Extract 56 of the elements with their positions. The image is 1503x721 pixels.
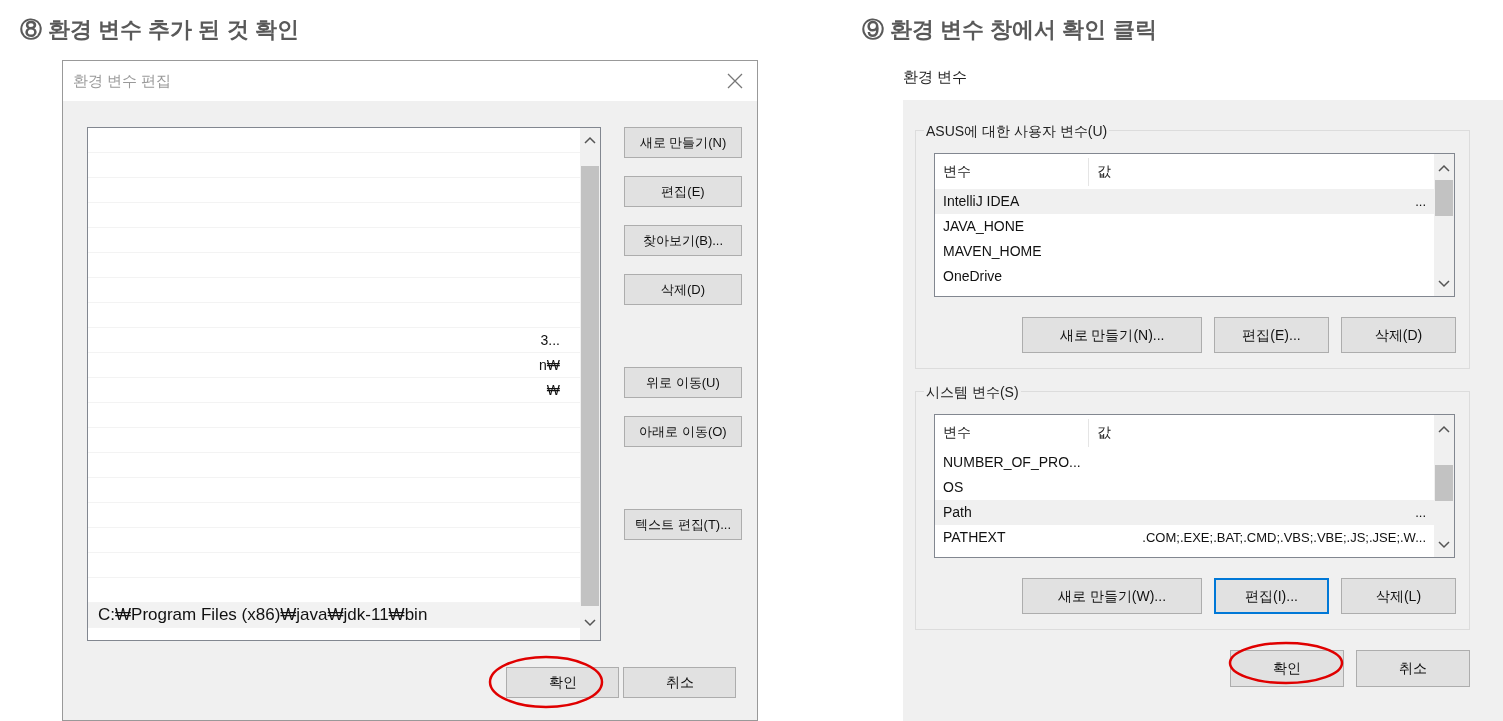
table-row[interactable]: IntelliJ IDEA ... [935, 189, 1434, 214]
list-row[interactable]: C:₩Program Files (x86)₩java₩jdk-11₩bin [88, 603, 580, 628]
dialog-button[interactable]: 새로 만들기(N)... [1022, 317, 1202, 353]
table-cell-text: .COM;.EXE;.BAT;.CMD;.VBS;.VBE;.JS;.JSE;.W... [1142, 528, 1426, 547]
dialog-button[interactable]: 삭제(D) [1341, 317, 1456, 353]
step-heading: ⑧ 환경 변수 추가 된 것 확인 [20, 16, 300, 44]
scrollbar[interactable] [580, 128, 600, 640]
list-item-text[interactable]: n₩ [539, 354, 560, 376]
side-button[interactable]: 찾아보기(B)... [624, 225, 742, 256]
side-button[interactable]: 아래로 이동(O) [624, 416, 742, 447]
table-cell-text: OS [943, 478, 965, 497]
side-button[interactable]: 텍스트 편집(T)... [624, 509, 742, 540]
dialog-button[interactable]: 확인 [506, 667, 619, 698]
table-cell-text: ... [1415, 192, 1426, 211]
table-row[interactable]: Path ... [935, 500, 1434, 525]
side-button[interactable]: 새로 만들기(N) [624, 127, 742, 158]
list-item-text[interactable]: ₩ [546, 379, 560, 401]
dialog-button[interactable]: 새로 만들기(W)... [1022, 578, 1202, 614]
step-heading: ⑨ 환경 변수 창에서 확인 클릭 [862, 16, 1158, 44]
scroll-down-icon[interactable] [1438, 541, 1450, 549]
scroll-down-icon[interactable] [1438, 280, 1450, 288]
window-title: 환경 변수 [903, 67, 968, 87]
column-header[interactable]: 값 [1089, 422, 1111, 443]
column-header[interactable]: 값 [1089, 161, 1111, 182]
table-cell-text: JAVA_HONE [943, 217, 1026, 236]
scrollbar-thumb[interactable] [1435, 180, 1453, 216]
scroll-up-icon[interactable] [584, 136, 596, 144]
dialog-button[interactable]: 삭제(L) [1341, 578, 1456, 614]
side-button[interactable]: 편집(E) [624, 176, 742, 207]
close-icon[interactable] [727, 73, 743, 89]
table-cell-text: MAVEN_HOME [943, 242, 1043, 261]
table-cell-text: IntelliJ IDEA [943, 192, 1021, 211]
scroll-down-icon[interactable] [584, 619, 596, 627]
table-cell-text: OneDrive [943, 267, 1004, 286]
scrollbar-thumb[interactable] [1435, 465, 1453, 501]
scroll-up-icon[interactable] [1438, 164, 1450, 172]
column-header[interactable]: 변수 [943, 157, 1089, 186]
scrollbar-thumb[interactable] [581, 166, 599, 606]
column-header[interactable]: 변수 [943, 418, 1089, 447]
dialog-button[interactable]: 취소 [623, 667, 736, 698]
dialog-button[interactable]: 편집(I)... [1214, 578, 1329, 614]
list-item-text[interactable]: C:₩Program Files (x86)₩java₩jdk-11₩bin [88, 602, 428, 628]
table-cell-text: Path [943, 503, 973, 522]
table-cell-text: NUMBER_OF_PRO... [943, 453, 1082, 472]
list-item-text[interactable]: 3... [540, 329, 560, 351]
table-cell-text: PATHEXT [943, 528, 1007, 547]
dialog-button[interactable]: 확인 [1230, 650, 1344, 687]
table-cell-text: ... [1415, 503, 1426, 522]
scroll-up-icon[interactable] [1438, 425, 1450, 433]
window-title: 환경 변수 편집 [73, 70, 172, 91]
dialog-button[interactable]: 취소 [1356, 650, 1470, 687]
side-button[interactable]: 위로 이동(U) [624, 367, 742, 398]
dialog-button[interactable]: 편집(E)... [1214, 317, 1329, 353]
side-button[interactable]: 삭제(D) [624, 274, 742, 305]
scrollbar[interactable] [1434, 154, 1454, 296]
scrollbar[interactable] [1434, 415, 1454, 557]
